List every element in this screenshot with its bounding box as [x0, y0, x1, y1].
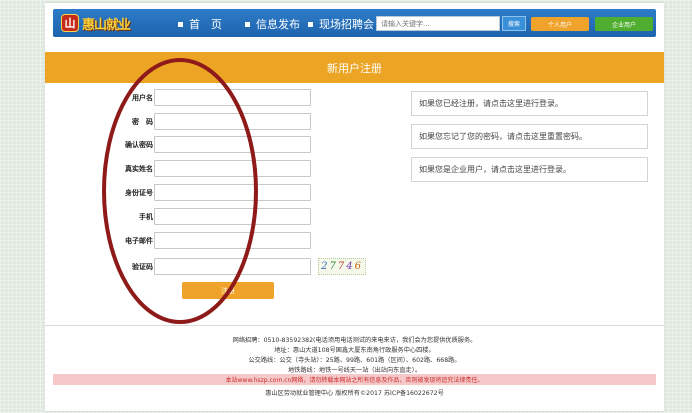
footer-metro-route: 地铁路线：地铁一号线天一站（出站向东直走）。 [287, 367, 422, 374]
form-row-captcha: 验证码 [45, 258, 365, 277]
nav-job-fair-label: 现场招聘会 [319, 18, 374, 31]
captcha-char: 7 [337, 261, 347, 272]
captcha-image[interactable]: 2 7 7 4 6 [318, 258, 366, 275]
page-title-bar: 新用户注册 [45, 52, 664, 83]
form-row-username: 用户名 [45, 89, 365, 108]
captcha-char: 4 [346, 261, 355, 272]
captcha-char: 6 [354, 261, 363, 272]
bullet-square-icon [245, 21, 250, 27]
nav-job-fair[interactable]: 现场招聘会 [308, 16, 374, 32]
nav-info-publish-label: 信息发布 [256, 18, 300, 31]
personal-user-button[interactable]: 个人用户 [531, 17, 589, 31]
site-logo[interactable]: 山 惠山就业 [61, 13, 131, 33]
footer-contact: 网络招聘：0510-83592382(电话须用电话测试的来电来访，我们会为您提供… [232, 337, 477, 344]
hint-company-login-text: 如果您是企业用户，请点击这里进行登录。 [419, 165, 571, 174]
footer-address: 地址：惠山大道108号国鑫大厦东南角行政服务中心四楼。 [274, 347, 435, 354]
hint-reset-password-text: 如果您忘记了您的密码，请点击这里重置密码。 [419, 132, 587, 141]
bullet-square-icon [178, 21, 183, 27]
logo-icon: 山 [61, 14, 79, 32]
confirm-password-label: 确认密码 [125, 141, 153, 149]
password-input[interactable] [154, 113, 311, 130]
hint-company-login-link[interactable]: 如果您是企业用户，请点击这里进行登录。 [411, 157, 648, 182]
footer-bus-route: 公交路线：公交（寺头站）：25路、99路、601路（区间）、602路、668路。 [248, 357, 461, 364]
form-row-confirm-password: 确认密码 [45, 136, 365, 155]
nav-info-publish[interactable]: 信息发布 [245, 16, 300, 32]
hint-login-text: 如果您已经注册，请点击这里进行登录。 [419, 99, 563, 108]
captcha-char: 7 [329, 261, 338, 272]
id-number-label: 身份证号 [125, 189, 153, 197]
username-label: 用户名 [132, 94, 153, 102]
page-title: 新用户注册 [327, 61, 382, 75]
company-user-button[interactable]: 企业用户 [595, 17, 653, 31]
hint-reset-password-link[interactable]: 如果您忘记了您的密码，请点击这里重置密码。 [411, 124, 648, 149]
bullet-square-icon [308, 21, 313, 27]
captcha-label: 验证码 [132, 263, 153, 271]
form-row-email: 电子邮件 [45, 232, 365, 251]
mobile-label: 手机 [139, 213, 153, 221]
email-input[interactable] [154, 232, 311, 249]
footer-copyright-warning: 本站www.hszp.com.cn网络，请勿转载本网站之所有信息及作品，否则被发… [53, 374, 656, 385]
search-input[interactable] [376, 16, 500, 31]
mobile-input[interactable] [154, 208, 311, 225]
search-button[interactable]: 搜索 [502, 16, 526, 31]
form-row-mobile: 手机 [45, 208, 365, 227]
site-header: 山 惠山就业 首 页 信息发布 现场招聘会 搜索 个人用户 企业用户 [53, 9, 656, 37]
form-row-real-name: 真实姓名 [45, 160, 365, 179]
hint-login-link[interactable]: 如果您已经注册，请点击这里进行登录。 [411, 91, 648, 116]
username-input[interactable] [154, 89, 311, 106]
footer-copyright: 惠山区劳动就业管理中心 版权所有©2017 苏ICP备16022672号 [265, 390, 444, 397]
captcha-char: 2 [321, 261, 330, 272]
id-number-input[interactable] [154, 184, 311, 201]
register-button[interactable]: 注册 [182, 282, 274, 299]
email-label: 电子邮件 [125, 237, 153, 245]
footer-divider [45, 325, 664, 326]
form-row-password: 密 码 [45, 113, 365, 132]
confirm-password-input[interactable] [154, 136, 311, 153]
nav-home-label: 首 页 [189, 18, 222, 31]
password-label: 密 码 [132, 118, 153, 126]
form-row-id-number: 身份证号 [45, 184, 365, 203]
nav-home[interactable]: 首 页 [178, 16, 222, 32]
real-name-input[interactable] [154, 160, 311, 177]
logo-text: 惠山就业 [82, 17, 131, 33]
real-name-label: 真实姓名 [125, 165, 153, 173]
page-container: 山 惠山就业 首 页 信息发布 现场招聘会 搜索 个人用户 企业用户 新用户注册… [45, 3, 664, 411]
captcha-input[interactable] [154, 258, 311, 275]
